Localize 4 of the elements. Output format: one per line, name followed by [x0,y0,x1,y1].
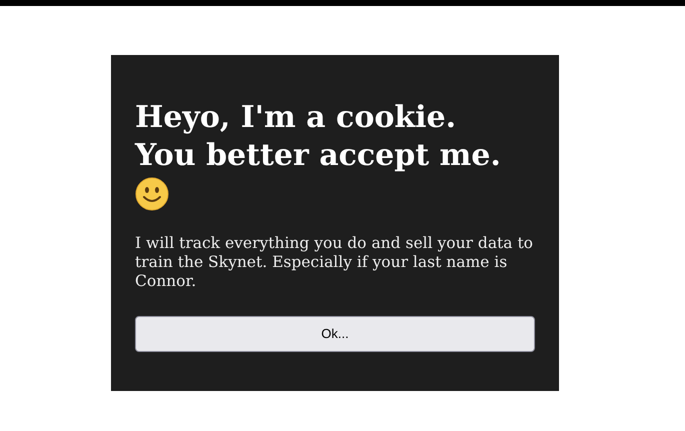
smiley-icon [135,177,169,211]
ok-button[interactable]: Ok... [135,316,535,352]
dialog-title: Heyo, I'm a cookie. You better accept me. [135,99,502,175]
dialog-message: I will track everything you do and sell your data to train the Skynet. Especially if your last name is Connor. [135,234,534,291]
